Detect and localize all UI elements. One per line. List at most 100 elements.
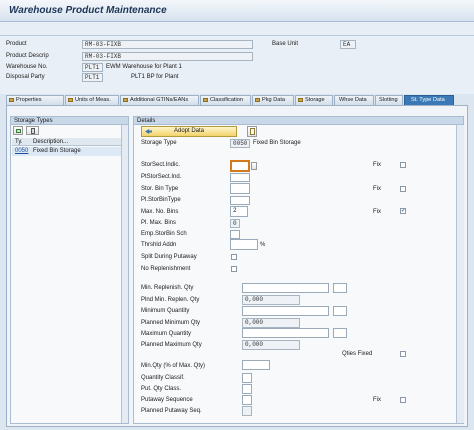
split-during-putaway-label: Split During Putaway	[141, 254, 197, 260]
product-field[interactable]: RM-03-FIXB	[82, 40, 253, 49]
tab-icon	[123, 98, 128, 102]
storage-types-title: Storage Types	[11, 117, 128, 125]
toolbar	[0, 22, 474, 36]
planned-minimum-qty-field[interactable]: 0,000	[242, 318, 300, 328]
product-descrip-label: Product Descrip	[6, 53, 49, 59]
tab-slotting[interactable]: Slotting	[375, 95, 403, 105]
fix-label-stor-sect: Fix	[373, 162, 381, 168]
pl-stor-bin-type-label: Pl.StorBinType	[141, 197, 181, 203]
storage-types-scrollbar[interactable]	[121, 125, 128, 423]
planned-maximum-qty-field[interactable]: 0,000	[242, 340, 300, 350]
min-qty-pct-label: Min.Qty (% of Max. Qty)	[141, 363, 206, 369]
emp-stor-bin-sch-input[interactable]	[230, 230, 240, 239]
minimum-quantity-label: Minimum Quantity	[141, 308, 190, 314]
storage-type-link[interactable]: 0050	[15, 148, 28, 154]
planned-maximum-qty-label: Planned Maximum Qty	[141, 342, 202, 348]
base-unit-label: Base Unit	[272, 41, 299, 47]
details-scrollbar[interactable]	[456, 125, 464, 423]
details-title: Details	[134, 117, 463, 125]
emp-stor-bin-sch-label: Emp.StorBin Sch	[141, 231, 187, 237]
put-qty-class-label: Put. Qty Class.	[141, 386, 182, 392]
minimum-quantity-input[interactable]	[242, 306, 329, 316]
delete-button[interactable]	[26, 126, 39, 135]
tab-icon	[298, 98, 303, 102]
thrshld-addn-input[interactable]	[230, 239, 258, 250]
document-icon	[250, 128, 255, 135]
pl-max-bins-label: Pl. Max. Bins	[141, 220, 177, 226]
min-qty-pct-input[interactable]	[242, 360, 270, 370]
qties-fixed-checkbox[interactable]	[400, 351, 406, 357]
storage-type-label: Storage Type	[141, 140, 177, 146]
thrshld-addn-label: Thrshld Addn	[141, 242, 177, 248]
tab-additional-gtins[interactable]: Additional GTINs/EANs	[120, 95, 199, 105]
window-title: Warehouse Product Maintenance	[9, 5, 167, 16]
disposal-text: PLT1 BP for Plant	[131, 74, 179, 80]
select-all-button[interactable]	[13, 126, 23, 135]
tab-icon	[9, 98, 14, 102]
fix-checkbox-bin-type[interactable]	[400, 186, 406, 192]
fix-label-max-bins: Fix	[373, 209, 381, 215]
trash-icon	[31, 128, 35, 134]
base-unit-field[interactable]: EA	[340, 40, 356, 49]
storage-type-field[interactable]: 0050	[230, 139, 250, 148]
stor-bin-type-input[interactable]	[230, 183, 250, 194]
arrow-left-icon	[145, 129, 152, 134]
warehouse-field[interactable]: PLT1	[82, 63, 103, 72]
maximum-quantity-input[interactable]	[242, 328, 329, 338]
plnd-min-replen-qty-field[interactable]: 0,000	[242, 295, 300, 305]
stor-sect-indic-input[interactable]	[230, 160, 250, 172]
planned-putaway-seq-label: Planned Putaway Seq.	[141, 408, 202, 414]
tab-pkg-data[interactable]: Pkg Data	[252, 95, 294, 105]
pt-stor-sect-ind-label: PtStorSect.Ind.	[141, 174, 182, 180]
minimum-quantity-unit[interactable]	[333, 306, 347, 316]
tab-icon	[68, 98, 73, 102]
min-replenish-qty-unit[interactable]	[333, 283, 347, 293]
pl-stor-bin-type-input[interactable]	[230, 196, 250, 205]
qties-fixed-label: Qties Fixed	[342, 351, 373, 357]
no-replenishment-checkbox[interactable]	[231, 266, 237, 272]
storage-type-desc: Fixed Bin Storage	[33, 148, 81, 154]
tab-whse-data[interactable]: Whse Data	[334, 95, 374, 105]
put-qty-class-input[interactable]	[242, 384, 252, 394]
tab-classification[interactable]: Classification	[200, 95, 251, 105]
storage-type-text: Fixed Bin Storage	[253, 140, 301, 146]
quantity-classif-label: Quantity Classif.	[141, 375, 185, 381]
table-select-icon	[16, 129, 21, 133]
pl-max-bins-field[interactable]: 0	[230, 219, 240, 228]
planned-minimum-qty-label: Planned Minimum Qty	[141, 320, 201, 326]
max-no-bins-label: Max. No. Bins	[141, 209, 179, 215]
value-help-button[interactable]	[251, 162, 257, 170]
warehouse-label: Warehouse No.	[6, 64, 48, 70]
fix-label-bin-type: Fix	[373, 186, 381, 192]
putaway-sequence-input[interactable]	[242, 395, 252, 405]
pt-stor-sect-ind-input[interactable]	[230, 173, 250, 182]
maximum-quantity-label: Maximum Quantity	[141, 331, 192, 337]
putaway-sequence-label: Putaway Sequence	[141, 397, 193, 403]
maximum-quantity-unit[interactable]	[333, 328, 347, 338]
tab-st-type-data[interactable]: St. Type Data	[404, 95, 454, 105]
thrshld-unit: %	[260, 242, 266, 248]
quantity-classif-input[interactable]	[242, 373, 252, 383]
tab-strip: Properties Units of Meas. Additional GTI…	[6, 95, 468, 105]
plnd-min-replen-qty-label: Plnd Min. Replen. Qty	[141, 297, 200, 303]
fix-checkbox-stor-sect[interactable]	[400, 162, 406, 168]
min-replenish-qty-input[interactable]	[242, 283, 329, 293]
col-description: Description...	[33, 139, 69, 145]
fix-checkbox-putaway[interactable]	[400, 397, 406, 403]
min-replenish-qty-label: Min. Replenish. Qty	[141, 285, 194, 291]
tab-icon	[255, 98, 260, 102]
tab-properties[interactable]: Properties	[6, 95, 64, 105]
warehouse-text: EWM Warehouse for Plant 1	[106, 64, 182, 70]
planned-putaway-seq-field[interactable]	[242, 406, 252, 416]
tab-storage[interactable]: Storage	[295, 95, 333, 105]
split-during-putaway-checkbox[interactable]	[231, 254, 237, 260]
disposal-field[interactable]: PLT1	[82, 73, 103, 82]
adopt-data-button[interactable]: Adopt Data	[141, 126, 237, 137]
new-document-button[interactable]	[247, 126, 257, 137]
tab-units-of-meas[interactable]: Units of Meas.	[65, 95, 119, 105]
disposal-label: Disposal Party	[6, 74, 45, 80]
storage-types-panel: Storage Types	[10, 116, 129, 424]
max-no-bins-input[interactable]: 2	[230, 206, 248, 217]
fix-checkbox-max-bins[interactable]: ✓	[400, 208, 406, 214]
product-descrip-field[interactable]: RM-03-FIXB	[82, 52, 253, 61]
